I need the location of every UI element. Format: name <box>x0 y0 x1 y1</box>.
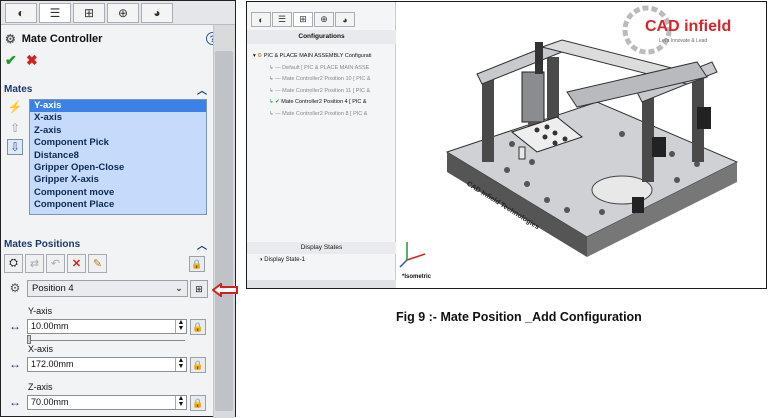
undo-position-icon[interactable]: ↶ <box>46 254 65 273</box>
cancel-button[interactable]: ✖ <box>26 52 38 69</box>
add-position-icon[interactable]: ⛭ <box>4 254 23 273</box>
list-item[interactable]: X-axis <box>30 112 206 124</box>
list-item[interactable]: Z-axis <box>30 125 206 137</box>
panel-title: Mate Controller <box>21 33 103 45</box>
edit-position-icon[interactable]: ✎ <box>88 254 107 273</box>
panel-scroll-thumb[interactable] <box>215 51 233 411</box>
lock-icon[interactable]: 🔒 <box>190 319 206 335</box>
y-axis-slider-track[interactable] <box>27 340 185 341</box>
spin-stepper-icon[interactable]: ▲ ▼ <box>175 319 186 333</box>
position-select[interactable]: Position 4 ⌄ <box>27 280 188 297</box>
update-position-icon[interactable]: ⇄ <box>25 254 44 273</box>
robot-assembly-drawing <box>399 5 739 268</box>
x-axis-label: X-axis <box>28 344 54 354</box>
assembly-screenshot: ◐ ☰ ⊞ ⊕ ◕ Configurations ▾ ⚙ PIC & PLACE… <box>246 1 767 289</box>
config-icon: ↳ — <box>269 87 283 94</box>
mates-section-label: Mates <box>4 83 33 95</box>
mates-list[interactable]: Y-axis X-axis Z-axis Component Pick Dist… <box>29 99 207 215</box>
list-item[interactable]: Gripper Open-Close <box>30 162 206 174</box>
y-axis-field[interactable]: 10.00mm <box>27 319 187 334</box>
mates-positions-section-header[interactable]: Mates Positions ︿ <box>1 235 213 253</box>
distance-icon: ↔ <box>9 357 21 371</box>
config-icon: ↳ — <box>269 110 283 117</box>
configuration-manager-tab-icon[interactable]: ⊞ <box>293 12 313 27</box>
tree-item[interactable]: ↳ — Mate Controller2 Position 10 [ PIC & <box>253 74 371 86</box>
cfg-scrollbar[interactable] <box>247 280 396 288</box>
feature-manager-tab-icon[interactable]: ◐ <box>5 3 37 23</box>
ok-button[interactable]: ✔ <box>5 52 17 69</box>
config-icon: ↳ — <box>269 64 283 71</box>
list-item[interactable]: Component Pick <box>30 137 206 149</box>
property-manager-tab-icon[interactable]: ☰ <box>272 12 292 27</box>
configuration-manager-pane: ◐ ☰ ⊞ ⊕ ◕ Configurations ▾ ⚙ PIC & PLACE… <box>247 2 396 288</box>
collapse-chevron-icon[interactable]: ︿ <box>197 237 207 252</box>
chevron-down-icon: ⌄ <box>175 283 183 294</box>
move-up-icon[interactable]: ⇧ <box>7 120 23 136</box>
graphics-viewport[interactable]: CAD infield Let's Innovate & Lead CAD In… <box>397 2 766 288</box>
logo-tagline: Let's Innovate & Lead <box>659 38 708 44</box>
property-manager-panel: ◐ ☰ ⊞ ⊕ ◕ ⚙ Mate Controller ? ✔ ✖ Mates … <box>0 0 236 418</box>
list-item[interactable]: Y-axis <box>30 100 206 113</box>
mates-positions-section-label: Mates Positions <box>4 238 81 250</box>
spin-stepper-icon[interactable]: ▲ ▼ <box>175 357 186 371</box>
z-axis-field[interactable]: 70.00mm <box>27 395 187 410</box>
y-axis-label: Y-axis <box>28 306 53 316</box>
collapse-chevron-icon[interactable]: ︿ <box>197 82 207 97</box>
spin-stepper-icon[interactable]: ▲ ▼ <box>175 395 186 409</box>
figure-caption: Fig 9 :- Mate Position _Add Configuratio… <box>396 310 642 324</box>
configurations-header: Configurations <box>247 30 396 44</box>
add-configuration-icon[interactable]: ⊞ <box>190 280 208 298</box>
lock-icon[interactable]: 🔒 <box>190 357 206 373</box>
auto-populate-icon[interactable]: ⚡ <box>7 99 23 115</box>
dimxpert-tab-icon[interactable]: ⊕ <box>314 12 334 27</box>
tree-item[interactable]: ↳ — Mate Controller2 Position 11 [ PIC & <box>253 86 371 98</box>
distance-icon: ↔ <box>9 395 21 409</box>
config-icon: ↳ — <box>269 76 283 83</box>
panel-tab-strip: ◐ ☰ ⊞ ⊕ ◕ <box>1 1 235 25</box>
tree-item[interactable]: ↳ — Mate Controller2 Position 8 [ PIC & <box>253 109 371 121</box>
z-axis-label: Z-axis <box>28 382 53 392</box>
distance-icon: ↔ <box>9 319 21 333</box>
view-orientation-label: *Isometric <box>402 274 432 280</box>
dimxpert-tab-icon[interactable]: ⊕ <box>107 3 139 23</box>
y-axis-slider-thumb[interactable] <box>27 335 31 344</box>
move-down-icon[interactable]: ⇩ <box>7 139 23 155</box>
tree-root[interactable]: ▾ ⚙ PIC & PLACE MAIN ASSEMBLY Configurat… <box>253 51 371 63</box>
position-select-value: Position 4 <box>32 283 74 294</box>
configuration-tree: ▾ ⚙ PIC & PLACE MAIN ASSEMBLY Configurat… <box>253 51 371 121</box>
display-state-item[interactable]: ◑ Display State-1 <box>259 257 305 263</box>
list-item[interactable]: Gripper X-axis <box>30 174 206 186</box>
mates-section-header[interactable]: Mates ︿ <box>1 80 213 98</box>
list-item[interactable]: Distance8 <box>30 150 206 162</box>
mate-controller-title: ⚙ Mate Controller <box>5 32 102 46</box>
check-icon: ↳ ✔ <box>269 99 282 106</box>
lock-icon[interactable]: 🔒 <box>190 395 206 411</box>
configuration-manager-tab-icon[interactable]: ⊞ <box>73 3 105 23</box>
feature-manager-tab-icon[interactable]: ◐ <box>251 12 271 27</box>
tree-item[interactable]: ↳ — Default [ PIC & PLACE MAIN ASSE <box>253 63 371 75</box>
display-manager-tab-icon[interactable]: ◕ <box>335 12 355 27</box>
display-manager-tab-icon[interactable]: ◕ <box>141 3 173 23</box>
cad-infield-logo: CAD infield <box>645 18 732 35</box>
lock-icon[interactable]: 🔒 <box>189 256 205 272</box>
positions-toolbar: ⛭ ⇄ ↶ ✕ ✎ <box>4 254 107 273</box>
list-item[interactable]: Component move <box>30 187 206 199</box>
delete-position-icon[interactable]: ✕ <box>67 254 86 273</box>
red-arrow-icon <box>212 283 238 297</box>
display-states-header: Display States <box>247 242 396 254</box>
cfg-tab-strip: ◐ ☰ ⊞ ⊕ ◕ <box>251 12 355 28</box>
list-item[interactable]: Component Place <box>30 199 206 211</box>
property-manager-tab-icon[interactable]: ☰ <box>39 3 71 23</box>
x-axis-field[interactable]: 172.00mm <box>27 357 187 372</box>
mate-controller-icon: ⚙ <box>5 32 16 46</box>
position-icon: ⚙ <box>9 281 21 295</box>
tree-item-active[interactable]: ↳ ✔ Mate Controller2 Position 4 [ PIC & <box>253 97 371 109</box>
